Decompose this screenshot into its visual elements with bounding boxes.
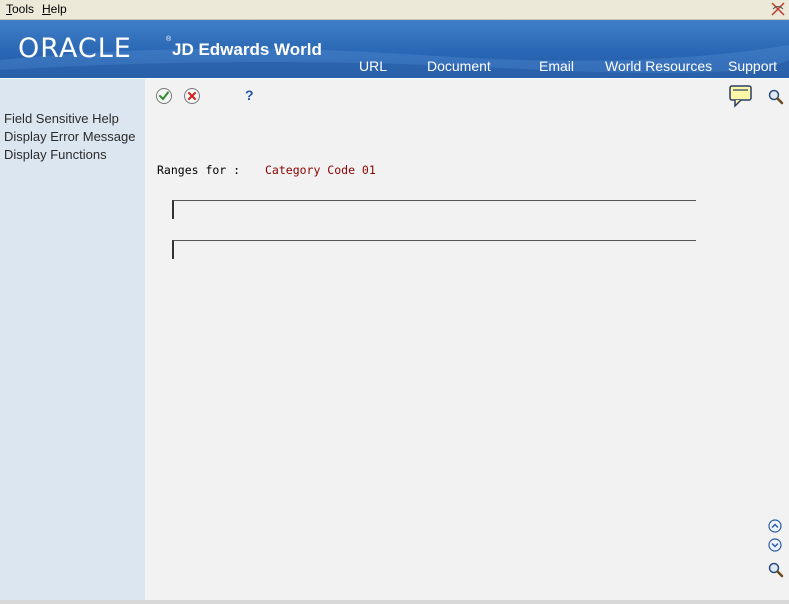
nav-support[interactable]: Support bbox=[728, 58, 777, 74]
help-question-icon[interactable]: ? bbox=[240, 86, 258, 104]
page-down-icon[interactable] bbox=[768, 538, 782, 552]
search-icon[interactable] bbox=[767, 88, 785, 106]
menu-bar: Tools Help bbox=[0, 0, 789, 20]
nav-document[interactable]: Document bbox=[427, 58, 491, 74]
menu-tools[interactable]: Tools bbox=[6, 2, 34, 16]
messages-icon[interactable] bbox=[728, 84, 754, 108]
app-corner-icon bbox=[771, 2, 785, 16]
range-to-field[interactable] bbox=[172, 240, 696, 259]
nav-url[interactable]: URL bbox=[359, 58, 387, 74]
sidebar-item-display-functions[interactable]: Display Functions bbox=[4, 147, 107, 162]
ranges-category-value: Category Code 01 bbox=[265, 163, 376, 177]
sidebar: Field Sensitive Help Display Error Messa… bbox=[0, 79, 145, 600]
menu-help[interactable]: Help bbox=[42, 2, 67, 16]
page-up-icon[interactable] bbox=[768, 519, 782, 533]
ranges-for-label: Ranges for : bbox=[157, 163, 241, 177]
sidebar-item-display-error-message[interactable]: Display Error Message bbox=[4, 129, 136, 144]
nav-world-resources[interactable]: World Resources bbox=[605, 58, 712, 74]
ok-check-icon[interactable] bbox=[155, 87, 173, 105]
oracle-logo: ORACLE bbox=[18, 33, 132, 64]
search-bottom-icon[interactable] bbox=[767, 561, 785, 579]
product-name: JD Edwards World bbox=[172, 40, 322, 59]
bottom-border bbox=[0, 600, 789, 604]
sidebar-item-field-sensitive-help[interactable]: Field Sensitive Help bbox=[4, 111, 119, 126]
svg-text:?: ? bbox=[245, 87, 254, 103]
registered-mark: ® bbox=[166, 36, 172, 43]
nav-email[interactable]: Email bbox=[539, 58, 574, 74]
cancel-x-icon[interactable] bbox=[183, 87, 201, 105]
header-banner: ORACLE ® JD Edwards World URL Document E… bbox=[0, 20, 789, 78]
range-from-field[interactable] bbox=[172, 200, 696, 219]
main-content bbox=[145, 79, 789, 600]
